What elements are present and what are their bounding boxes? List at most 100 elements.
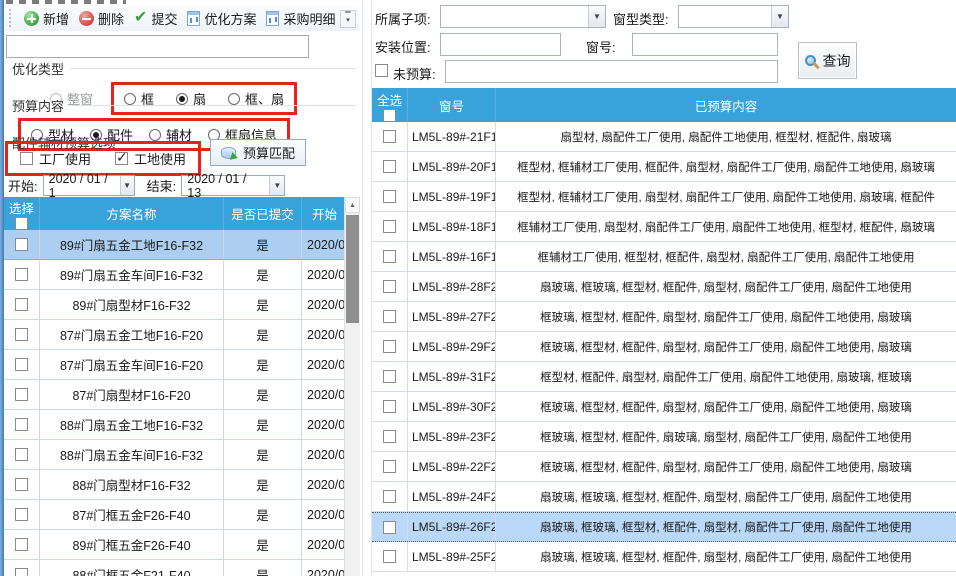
add-button[interactable]: 新增 xyxy=(19,7,74,30)
window-no-input[interactable] xyxy=(632,33,778,56)
table-row[interactable]: 87#门框五金F26-F40 是 2020/0 xyxy=(4,500,360,530)
row-checkbox[interactable] xyxy=(383,521,396,534)
row-checkbox[interactable] xyxy=(383,400,396,413)
scrollbar-thumb[interactable] xyxy=(346,215,359,323)
table-row[interactable]: LM5L-89#-22F20 框玻璃, 框型材, 框配件, 扇型材, 扇配件工厂… xyxy=(372,452,956,482)
row-checkbox[interactable] xyxy=(383,550,396,563)
group-divider xyxy=(70,68,356,69)
row-checkbox[interactable] xyxy=(383,430,396,443)
row-checkbox[interactable] xyxy=(15,538,28,551)
table-row[interactable]: LM5L-89#-27F25 框玻璃, 框型材, 框配件, 扇型材, 扇配件工厂… xyxy=(372,302,956,332)
chevron-down-icon[interactable]: ▼ xyxy=(120,176,134,195)
delete-button[interactable]: 删除 xyxy=(74,7,129,30)
check-icon: ✔ xyxy=(134,11,147,25)
table-row-selected[interactable]: LM5L-89#-26F24 扇玻璃, 框玻璃, 框型材, 框配件, 扇型材, … xyxy=(372,512,956,542)
row-checkbox[interactable] xyxy=(383,160,396,173)
unbudgeted-checkbox[interactable] xyxy=(375,64,388,77)
row-checkbox[interactable] xyxy=(383,340,396,353)
query-button[interactable]: 查询 xyxy=(798,42,857,79)
row-checkbox[interactable] xyxy=(15,298,28,311)
select-all-checkbox[interactable] xyxy=(15,217,28,230)
window-type-select[interactable]: ▼ xyxy=(678,5,789,28)
row-checkbox[interactable] xyxy=(383,220,396,233)
row-checkbox[interactable] xyxy=(383,460,396,473)
table-row[interactable]: 89#门框五金F26-F40 是 2020/0 xyxy=(4,530,360,560)
row-checkbox[interactable] xyxy=(15,388,28,401)
table-row[interactable]: 88#门扇五金车间F16-F32 是 2020/0 xyxy=(4,440,360,470)
table-row[interactable]: LM5L-89#-18F16 框辅材工厂使用, 扇型材, 扇配件工厂使用, 扇配… xyxy=(372,212,956,242)
table-row[interactable]: 89#门扇五金车间F16-F32 是 2020/0 xyxy=(4,260,360,290)
row-checkbox[interactable] xyxy=(383,280,396,293)
submit-button[interactable]: ✔ 提交 xyxy=(129,7,182,30)
toolbar-overflow-button[interactable]: ▔▾ xyxy=(340,10,356,28)
table-row[interactable]: LM5L-89#-20F18 框型材, 框辅材工厂使用, 框配件, 扇型材, 扇… xyxy=(372,152,956,182)
table-row[interactable]: 88#门扇五金工地F16-F32 是 2020/0 xyxy=(4,410,360,440)
row-checkbox[interactable] xyxy=(383,370,396,383)
table-row[interactable]: 88#门框五金F21-F40 是 2020/0 xyxy=(4,560,360,576)
plan-table: 选择 方案名称 是否已提交 开始 89#门扇五金工地F16-F32 是 2020… xyxy=(4,197,360,576)
checkbox-icon xyxy=(20,152,33,165)
row-checkbox[interactable] xyxy=(15,568,28,576)
checkbox-factory-use[interactable]: 工厂使用 xyxy=(20,149,91,168)
table-row[interactable]: 87#门扇型材F16-F20 是 2020/0 xyxy=(4,380,360,410)
table-row[interactable]: 89#门扇型材F16-F32 是 2020/0 xyxy=(4,290,360,320)
row-checkbox[interactable] xyxy=(15,358,28,371)
unbudgeted-input[interactable] xyxy=(445,60,778,83)
row-checkbox[interactable] xyxy=(383,490,396,503)
minus-circle-icon xyxy=(79,11,94,26)
chevron-down-icon[interactable]: ▼ xyxy=(269,176,284,195)
sub-item-select[interactable]: ▼ xyxy=(440,5,606,28)
budget-match-button[interactable]: 预算匹配 xyxy=(210,139,306,166)
table-row[interactable]: 87#门扇五金工地F16-F20 是 2020/0 xyxy=(4,320,360,350)
table-row[interactable]: LM5L-89#-23F21 框玻璃, 框型材, 框配件, 扇玻璃, 扇型材, … xyxy=(372,422,956,452)
table-row[interactable]: LM5L-89#-19F17 框型材, 框辅材工厂使用, 扇型材, 扇配件工厂使… xyxy=(372,182,956,212)
toolbar: 新增 删除 ✔ 提交 优化方案 采购明细 ▾ ▔▾ xyxy=(5,5,359,31)
select-all-column-header: 全选 xyxy=(372,88,408,122)
checkbox-site-use[interactable]: 工地使用 xyxy=(115,149,186,168)
end-date-picker[interactable]: 2020 / 01 / 13 ▼ xyxy=(181,175,285,196)
row-checkbox[interactable] xyxy=(15,478,28,491)
report-icon xyxy=(266,11,279,26)
install-position-input[interactable] xyxy=(440,33,561,56)
end-date-label: 结束: xyxy=(147,176,177,195)
table-row[interactable]: LM5L-89#-25F23 扇玻璃, 框玻璃, 框型材, 框配件, 扇型材, … xyxy=(372,542,956,572)
table-row[interactable]: LM5L-89#-29F27 框玻璃, 框型材, 框配件, 扇型材, 扇配件工厂… xyxy=(372,332,956,362)
row-checkbox[interactable] xyxy=(15,508,28,521)
row-checkbox[interactable] xyxy=(15,238,28,251)
toolbar-grip[interactable] xyxy=(9,9,12,27)
panel-splitter[interactable] xyxy=(362,0,372,576)
optimize-plan-button[interactable]: 优化方案 xyxy=(182,7,261,30)
row-checkbox[interactable] xyxy=(383,190,396,203)
start-date-picker[interactable]: 2020 / 01 / 1 ▼ xyxy=(43,175,135,196)
sub-item-label: 所属子项: xyxy=(375,9,431,28)
plan-table-header: 选择 方案名称 是否已提交 开始 xyxy=(4,197,360,230)
select-all-checkbox[interactable] xyxy=(383,109,396,122)
table-row[interactable]: LM5L-89#-24F22 扇玻璃, 框玻璃, 框型材, 框配件, 扇型材, … xyxy=(372,482,956,512)
row-checkbox[interactable] xyxy=(383,310,396,323)
purchase-detail-label: 采购明细 xyxy=(283,9,335,28)
row-checkbox[interactable] xyxy=(15,448,28,461)
row-checkbox[interactable] xyxy=(15,268,28,281)
row-checkbox[interactable] xyxy=(15,418,28,431)
row-checkbox[interactable] xyxy=(15,328,28,341)
row-checkbox[interactable] xyxy=(383,250,396,263)
table-row[interactable]: 87#门扇五金车间F16-F20 是 2020/0 xyxy=(4,350,360,380)
vertical-scrollbar[interactable]: ▲ xyxy=(344,197,360,576)
purchase-detail-button[interactable]: 采购明细 ▾ xyxy=(261,7,351,30)
chevron-down-icon[interactable]: ▼ xyxy=(588,6,605,27)
plus-circle-icon xyxy=(24,11,39,26)
budget-match-label: 预算匹配 xyxy=(243,143,295,162)
row-checkbox[interactable] xyxy=(383,130,396,143)
table-row[interactable]: LM5L-89#-21F19 扇型材, 扇配件工厂使用, 扇配件工地使用, 框型… xyxy=(372,122,956,152)
scroll-up-arrow-icon[interactable]: ▲ xyxy=(345,197,360,213)
table-row[interactable]: LM5L-89#-28F26 扇玻璃, 框玻璃, 框型材, 框配件, 扇型材, … xyxy=(372,272,956,302)
table-row[interactable]: 89#门扇五金工地F16-F32 是 2020/0 xyxy=(4,230,360,260)
table-row[interactable]: 88#门扇型材F16-F32 是 2020/0 xyxy=(4,470,360,500)
table-row[interactable]: LM5L-89#-31F29 框型材, 框配件, 扇型材, 扇配件工厂使用, 扇… xyxy=(372,362,956,392)
table-row[interactable]: LM5L-89#-30F28 框玻璃, 框型材, 框配件, 扇型材, 扇配件工厂… xyxy=(372,392,956,422)
checkbox-checked-icon xyxy=(115,152,128,165)
table-row[interactable]: LM5L-89#-16F15 框辅材工厂使用, 框型材, 框配件, 扇型材, 扇… xyxy=(372,242,956,272)
report-icon xyxy=(187,11,200,26)
plan-filter-input[interactable] xyxy=(6,35,309,58)
chevron-down-icon[interactable]: ▼ xyxy=(771,6,788,27)
